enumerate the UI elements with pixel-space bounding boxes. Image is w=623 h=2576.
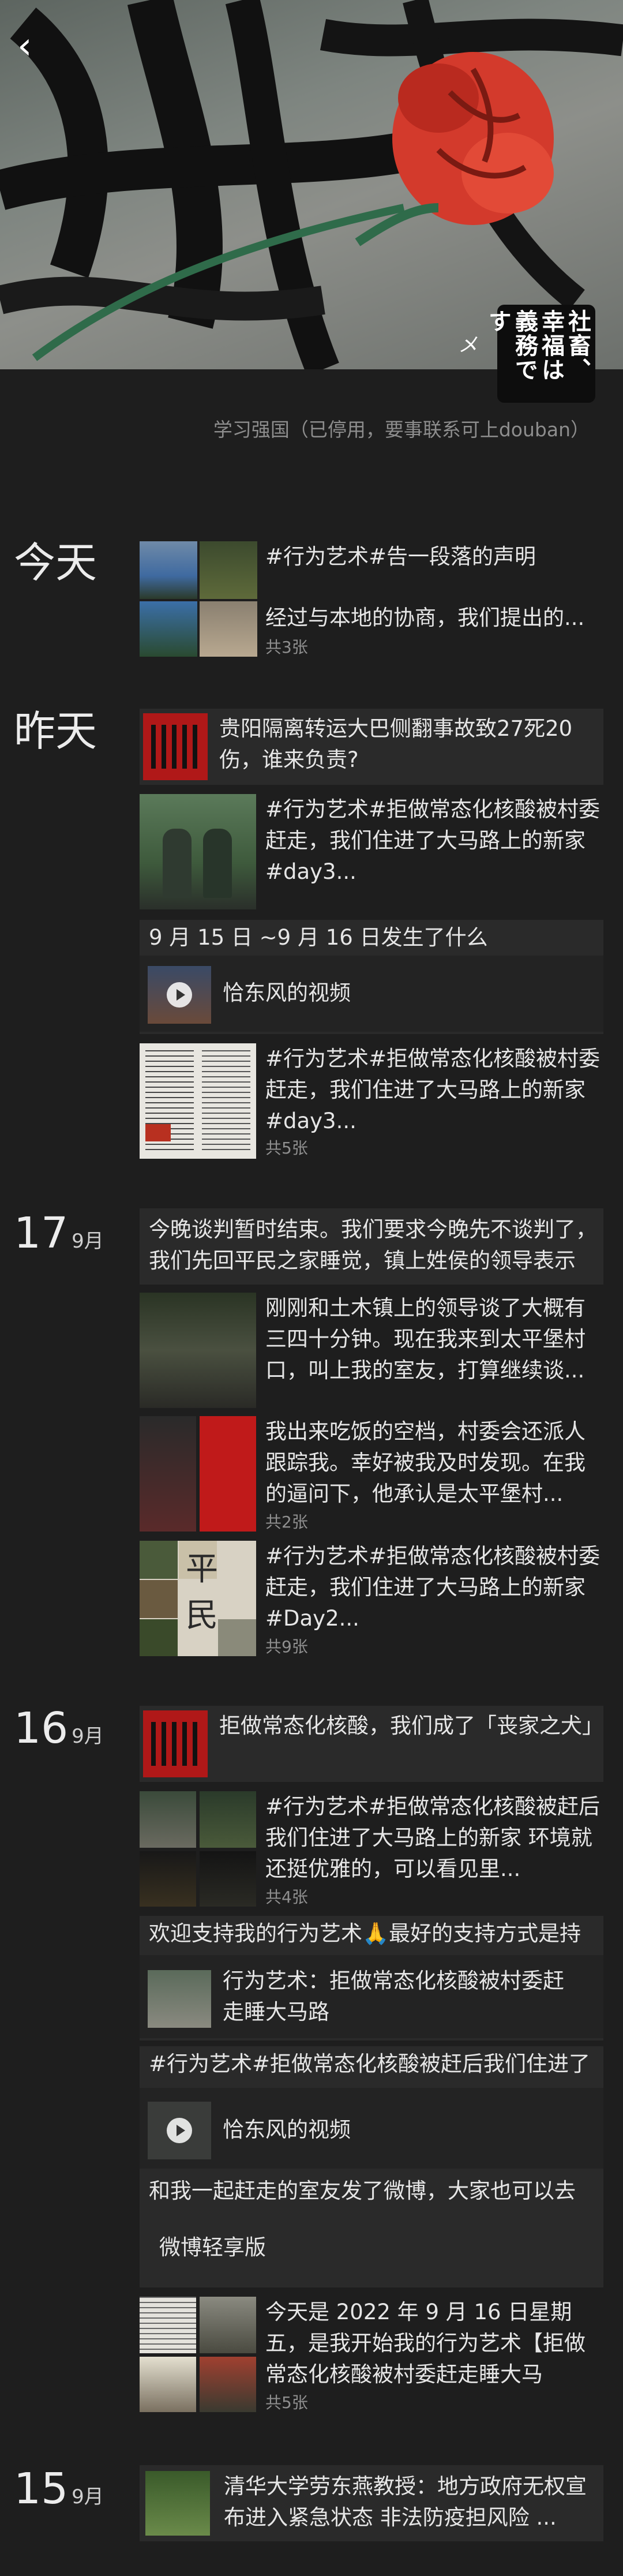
post-text: #行为艺术#告一段落的声明: [265, 544, 536, 569]
date-month: 9月: [72, 1725, 104, 1748]
photo-count: 共3张: [265, 638, 308, 657]
seal-badge: 社畜、幸福は義務です: [485, 305, 595, 403]
post-item[interactable]: 拒做常态化核酸，我们成了「丧家之犬」: [140, 1706, 603, 1782]
post-text: #行为艺术#拒做常态化核酸被村委赶走，我们住进了大马路上的新家#Day2...: [265, 1544, 601, 1631]
thumbnail-handwriting: 平民: [186, 1551, 218, 1634]
date-label-17: 17 9月: [14, 1207, 104, 1267]
date-day: 16: [14, 1703, 69, 1753]
link-thumbnail: [148, 1970, 211, 2028]
post-item[interactable]: 欢迎支持我的行为艺术🙏最好的支持方式是持 行为艺术：拒做常态化核酸被村委赶走睡大…: [140, 1916, 603, 2040]
post-item[interactable]: 今晚谈判暂时结束。我们要求今晚先不谈判了，我们先回平民之家睡觉，镇上姓侯的领导表…: [140, 1208, 603, 1285]
post-text: #行为艺术#拒做常态化核酸被赶后我们住进了大马路上的新家 环境就还挺优雅的，可以…: [265, 1794, 601, 1881]
photo-count: 共5张: [265, 2393, 308, 2412]
profile-username[interactable]: 学习强国（已停用，要事联系可上douban）: [0, 414, 590, 442]
post-thumbnail: [140, 1851, 196, 1907]
back-button[interactable]: ‹: [17, 23, 52, 69]
post-title: #行为艺术#拒做常态化核酸被赶后我们住进了: [149, 2051, 591, 2076]
post-item[interactable]: 和我一起赶走的室友发了微博，大家也可以去 微博轻享版: [140, 2170, 603, 2287]
post-thumbnail: [145, 2471, 210, 2536]
video-thumbnail: [148, 2102, 211, 2159]
post-thumbnail: [200, 2357, 256, 2412]
post-text: 经过与本地的协商，我们提出的...: [265, 605, 585, 630]
post-thumbnail: [143, 713, 208, 780]
video-card[interactable]: 恰东风的视频: [140, 956, 603, 1032]
link-title: 微博轻享版: [159, 2235, 266, 2260]
link-card[interactable]: 行为艺术：拒做常态化核酸被村委赶走睡大马路: [140, 1955, 603, 2038]
play-icon: [167, 2118, 192, 2143]
post-thumbnail: 平民: [140, 1541, 256, 1656]
post-item[interactable]: #行为艺术#拒做常态化核酸被村委赶走，我们住进了大马路上的新家#day3...: [140, 794, 603, 909]
post-thumbnail: [140, 541, 197, 599]
post-item[interactable]: #行为艺术#拒做常态化核酸被赶后我们住进了 恰东风的视频: [140, 2046, 603, 2170]
post-thumbnail: [140, 601, 197, 657]
post-thumbnail: [200, 1791, 256, 1848]
post-text: #行为艺术#拒做常态化核酸被村委赶走，我们住进了大马路上的新家#day3...: [265, 797, 601, 884]
post-thumbnail: [140, 1416, 196, 1532]
post-thumbnail: [200, 601, 257, 657]
post-thumbnail: [140, 1043, 256, 1159]
date-label-today: 今天: [14, 538, 97, 587]
video-card[interactable]: 恰东风的视频: [140, 2088, 603, 2169]
post-thumbnail: [140, 1293, 256, 1408]
video-label: 恰东风的视频: [223, 980, 351, 1005]
date-day: 17: [14, 1208, 69, 1258]
post-text: 拒做常态化核酸，我们成了「丧家之犬」: [219, 1713, 598, 1738]
chevron-left-icon: ‹: [17, 25, 32, 68]
post-thumbnail: [143, 1710, 208, 1777]
date-label-yesterday: 昨天: [14, 707, 97, 755]
date-label-16: 16 9月: [14, 1702, 104, 1762]
photo-count: 共9张: [265, 1637, 308, 1656]
post-text: 今晚谈判暂时结束。我们要求今晚先不谈判了，我们先回平民之家睡觉，镇上姓侯的领导表…: [149, 1217, 597, 1273]
link-card[interactable]: 微博轻享版: [140, 2211, 603, 2283]
post-thumbnail: [200, 1851, 256, 1907]
play-icon: [167, 982, 192, 1008]
post-thumbnail: [140, 2357, 196, 2412]
photo-count: 共5张: [265, 1139, 308, 1158]
post-title: 9 月 15 日 ~9 月 16 日发生了什么: [149, 925, 488, 950]
post-title: 欢迎支持我的行为艺术🙏最好的支持方式是持: [149, 1921, 581, 1946]
post-thumbnail: [140, 2297, 196, 2353]
post-item[interactable]: 清华大学劳东燕教授：地方政府无权宣布进入紧急状态 非法防疫担风险 ...: [140, 2465, 603, 2541]
post-item[interactable]: #行为艺术#拒做常态化核酸被赶后我们住进了大马路上的新家 环境就还挺优雅的，可以…: [140, 1791, 603, 1908]
date-month: 9月: [72, 2485, 104, 2508]
post-thumbnail: [140, 1791, 196, 1848]
post-item[interactable]: 9 月 15 日 ~9 月 16 日发生了什么 恰东风的视频: [140, 920, 603, 1034]
post-item[interactable]: 今天是 2022 年 9 月 16 日星期五，是我开始我的行为艺术【拒做常态化核…: [140, 2297, 603, 2412]
post-item[interactable]: #行为艺术#拒做常态化核酸被村委赶走，我们住进了大马路上的新家#day3... …: [140, 1043, 603, 1159]
post-text: 今天是 2022 年 9 月 16 日星期五，是我开始我的行为艺术【拒做常态化核…: [265, 2300, 586, 2387]
photo-count: 共4张: [265, 1888, 308, 1907]
post-item[interactable]: 平民 #行为艺术#拒做常态化核酸被村委赶走，我们住进了大马路上的新家#Day2.…: [140, 1541, 603, 1656]
post-thumbnail: [200, 541, 257, 599]
date-month: 9月: [72, 1230, 104, 1253]
seal-text: 社畜、幸福は義務です: [485, 309, 591, 382]
video-thumbnail: [148, 966, 211, 1024]
post-item[interactable]: 贵阳隔离转运大巴侧翻事故致27死20伤，谁来负责?: [140, 709, 603, 785]
date-day: 15: [14, 2464, 69, 2514]
post-item[interactable]: 我出来吃饭的空档，村委会还派人跟踪我。幸好被我及时发现。在我的逼问下，他承认是太…: [140, 1416, 603, 1533]
photo-count: 共2张: [265, 1512, 308, 1532]
post-text: #行为艺术#拒做常态化核酸被村委赶走，我们住进了大马路上的新家#day3...: [265, 1046, 601, 1133]
signature-mark: メ: [458, 334, 478, 357]
post-thumbnail: [200, 1416, 256, 1532]
post-title: 和我一起赶走的室友发了微博，大家也可以去: [149, 2178, 576, 2203]
date-label-15: 15 9月: [14, 2463, 104, 2523]
post-item[interactable]: #行为艺术#告一段落的声明 经过与本地的协商，我们提出的... 共3张: [140, 541, 603, 658]
post-text: 清华大学劳东燕教授：地方政府无权宣布进入紧急状态 非法防疫担风险 ...: [224, 2474, 587, 2530]
post-thumbnail: [140, 794, 256, 909]
post-item[interactable]: 刚刚和土木镇上的领导谈了大概有三四十分钟。现在我来到太平堡村口，叫上我的室友，打…: [140, 1293, 603, 1408]
post-text: 刚刚和土木镇上的领导谈了大概有三四十分钟。现在我来到太平堡村口，叫上我的室友，打…: [265, 1296, 586, 1383]
video-label: 恰东风的视频: [223, 2117, 351, 2142]
post-text: 我出来吃饭的空档，村委会还派人跟踪我。幸好被我及时发现。在我的逼问下，他承认是太…: [265, 1419, 586, 1506]
link-title: 行为艺术：拒做常态化核酸被村委赶走睡大马路: [223, 1968, 564, 2024]
post-text: 贵阳隔离转运大巴侧翻事故致27死20伤，谁来负责?: [219, 716, 573, 772]
post-thumbnail: [200, 2297, 256, 2353]
